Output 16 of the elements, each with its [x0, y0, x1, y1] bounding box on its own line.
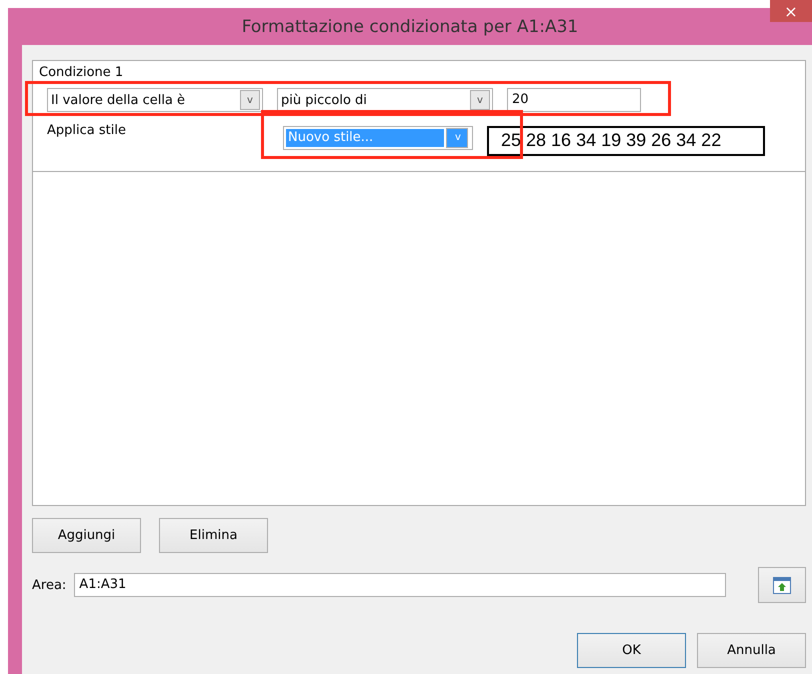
area-field[interactable]: A1:A31	[74, 573, 726, 597]
close-button[interactable]: ×	[770, 0, 812, 22]
condition-title: Condizione 1	[39, 65, 124, 80]
dialog-button[interactable]: Annulla	[697, 633, 806, 668]
operator-dropdown[interactable]: più piccolo di v	[277, 88, 493, 112]
style-label: Applica stile	[47, 122, 127, 138]
style-preview: 25 28 16 34 19 39 26 34 22	[487, 126, 765, 156]
shrink-window-icon	[773, 576, 791, 594]
action-button[interactable]: Aggiungi	[32, 518, 141, 553]
condition-type-dropdown[interactable]: Il valore della cella è v	[47, 88, 263, 112]
value-field[interactable]: 20	[507, 88, 641, 112]
action-button[interactable]: Elimina	[159, 518, 268, 553]
window-title: Formattazione condizionata per A1:A31	[242, 16, 578, 36]
dialog-button[interactable]: OK	[577, 633, 686, 668]
range-picker-button[interactable]	[758, 567, 806, 603]
area-label: Area:	[32, 578, 66, 592]
